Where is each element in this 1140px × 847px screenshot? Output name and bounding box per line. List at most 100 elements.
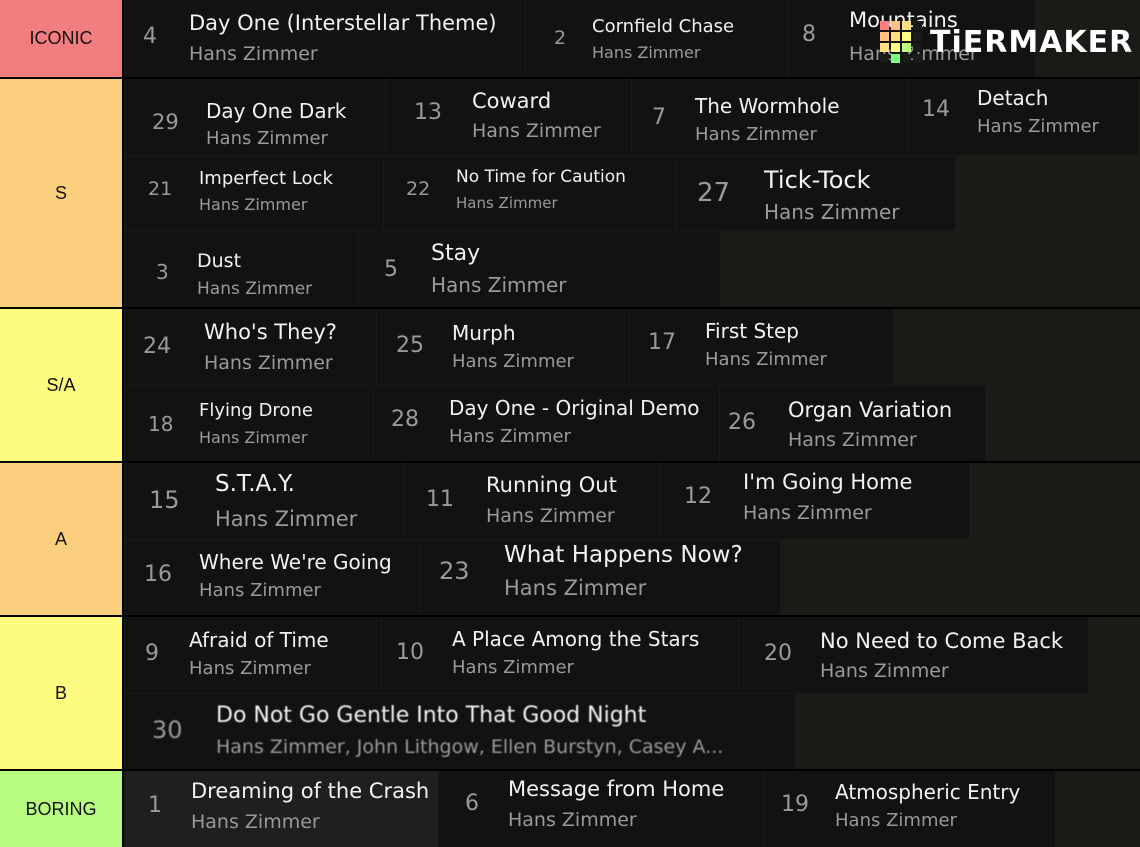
- song-title: Stay: [431, 241, 481, 266]
- song-title: Organ Variation: [788, 398, 953, 422]
- song-artist: Hans Zimmer: [820, 660, 949, 682]
- song-artist: Hans Zimmer: [189, 43, 318, 65]
- song-card[interactable]: 3 Dust Hans Zimmer: [125, 231, 358, 307]
- song-title: Dreaming of the Crash: [191, 779, 430, 803]
- song-title: A Place Among the Stars: [452, 627, 700, 651]
- song-card[interactable]: 5 Stay Hans Zimmer: [359, 231, 720, 307]
- song-card[interactable]: 15 S.T.A.Y. Hans Zimmer: [125, 463, 404, 539]
- song-artist: Hans Zimmer: [504, 576, 647, 600]
- song-artist: Hans Zimmer: [215, 507, 358, 531]
- song-artist: Hans Zimmer: [977, 116, 1099, 137]
- song-rank: 1: [148, 793, 162, 818]
- song-card[interactable]: 14 Detach Hans Zimmer: [908, 79, 1138, 155]
- song-card[interactable]: 22 No Time for Caution Hans Zimmer: [384, 156, 676, 230]
- song-card[interactable]: 20 No Need to Come Back Hans Zimmer: [739, 617, 1088, 693]
- song-artist: Hans Zimmer: [456, 194, 558, 212]
- tier-label-s[interactable]: S: [0, 79, 124, 307]
- song-card[interactable]: 30 Do Not Go Gentle Into That Good Night…: [125, 694, 795, 769]
- song-card[interactable]: 13 Coward Hans Zimmer: [386, 79, 631, 155]
- song-rank: 19: [781, 792, 809, 817]
- tier-label-boring[interactable]: BORING: [0, 771, 124, 847]
- song-card[interactable]: 26 Organ Variation Hans Zimmer: [720, 386, 985, 461]
- song-rank: 22: [406, 178, 431, 200]
- song-title: Detach: [977, 86, 1049, 110]
- song-card[interactable]: 18 Flying Drone Hans Zimmer: [125, 386, 373, 461]
- tier-row-b[interactable]: 9 Afraid of Time Hans Zimmer 10 A Place …: [124, 617, 1140, 769]
- song-artist: Hans Zimmer: [695, 124, 817, 145]
- song-card[interactable]: 4 Day One (Interstellar Theme) Hans Zimm…: [125, 0, 525, 77]
- song-rank: 30: [152, 716, 183, 744]
- song-artist: Hans Zimmer: [199, 428, 308, 447]
- song-card[interactable]: 11 Running Out Hans Zimmer: [405, 463, 660, 539]
- tier-label-sa[interactable]: S/A: [0, 309, 124, 461]
- song-rank: 9: [145, 641, 159, 666]
- song-title: Afraid of Time: [189, 628, 329, 652]
- song-artist: Hans Zimmer: [191, 811, 320, 833]
- song-card[interactable]: 29 Day One Dark Hans Zimmer: [125, 79, 385, 155]
- tier-a: A 15 S.T.A.Y. Hans Zimmer 11 Running Out…: [0, 463, 1140, 615]
- song-title: Flying Drone: [199, 400, 313, 421]
- tier-row-boring[interactable]: 1 Dreaming of the Crash Hans Zimmer 6 Me…: [124, 771, 1140, 847]
- song-title: Day One - Original Demo: [449, 396, 700, 420]
- song-card[interactable]: 19 Atmospheric Entry Hans Zimmer: [765, 771, 1055, 847]
- song-card[interactable]: 7 The Wormhole Hans Zimmer: [632, 79, 907, 155]
- song-card[interactable]: 21 Imperfect Lock Hans Zimmer: [125, 156, 383, 230]
- song-card[interactable]: 17 First Step Hans Zimmer: [630, 309, 893, 385]
- tier-label-a[interactable]: A: [0, 463, 124, 615]
- tier-label-b[interactable]: B: [0, 617, 124, 769]
- song-title: Message from Home: [508, 777, 725, 801]
- song-title: S.T.A.Y.: [215, 471, 295, 497]
- tier-row-a[interactable]: 15 S.T.A.Y. Hans Zimmer 11 Running Out H…: [124, 463, 1140, 615]
- song-title: Where We're Going: [199, 550, 392, 574]
- song-rank: 6: [465, 791, 479, 816]
- song-rank: 5: [384, 257, 398, 282]
- song-rank: 13: [414, 100, 442, 125]
- tier-s: S 29 Day One Dark Hans Zimmer 13 Coward …: [0, 79, 1140, 307]
- song-card[interactable]: 9 Afraid of Time Hans Zimmer: [125, 617, 381, 693]
- song-title: Atmospheric Entry: [835, 780, 1021, 804]
- song-rank: 7: [652, 105, 666, 130]
- tier-row-s[interactable]: 29 Day One Dark Hans Zimmer 13 Coward Ha…: [124, 79, 1140, 307]
- song-card[interactable]: 23 What Happens Now? Hans Zimmer: [420, 540, 780, 615]
- song-artist: Hans Zimmer: [835, 810, 957, 831]
- song-card[interactable]: 6 Message from Home Hans Zimmer: [439, 771, 764, 847]
- song-artist: Hans Zimmer: [472, 120, 601, 142]
- song-card[interactable]: 24 Who's They? Hans Zimmer: [125, 309, 376, 385]
- song-title: Dust: [197, 250, 242, 272]
- song-artist: Hans Zimmer: [486, 505, 615, 527]
- song-rank: 15: [149, 486, 180, 514]
- song-rank: 11: [426, 487, 454, 512]
- song-title: Cornfield Chase: [592, 16, 735, 37]
- song-artist: Hans Zimmer: [452, 657, 574, 678]
- song-title: What Happens Now?: [504, 542, 743, 568]
- tier-row-sa[interactable]: 24 Who's They? Hans Zimmer 25 Murph Hans…: [124, 309, 1140, 461]
- song-rank: 2: [554, 27, 567, 49]
- song-card[interactable]: 28 Day One - Original Demo Hans Zimmer: [374, 386, 719, 461]
- song-artist: Hans Zimmer: [189, 658, 311, 679]
- song-title: First Step: [705, 319, 799, 343]
- song-title: The Wormhole: [695, 94, 840, 118]
- song-rank: 8: [802, 22, 816, 47]
- song-card[interactable]: 1 Dreaming of the Crash Hans Zimmer: [125, 771, 438, 847]
- song-card[interactable]: 25 Murph Hans Zimmer: [377, 309, 629, 385]
- tiermaker-wordmark: TiERMAKER: [930, 24, 1134, 60]
- song-rank: 26: [728, 410, 756, 435]
- song-artist: Hans Zimmer: [431, 273, 567, 297]
- song-rank: 21: [148, 178, 173, 200]
- song-card[interactable]: 12 I'm Going Home Hans Zimmer: [661, 463, 969, 539]
- song-title: I'm Going Home: [743, 470, 913, 494]
- song-title: Day One Dark: [206, 99, 347, 123]
- song-rank: 25: [396, 333, 424, 358]
- song-artist: Hans Zimmer: [206, 128, 328, 149]
- song-rank: 18: [148, 412, 174, 436]
- song-card[interactable]: 10 A Place Among the Stars Hans Zimmer: [382, 617, 738, 693]
- song-card[interactable]: 2 Cornfield Chase Hans Zimmer: [526, 0, 788, 77]
- song-card[interactable]: 16 Where We're Going Hans Zimmer: [125, 540, 419, 615]
- song-card[interactable]: 27 Tick-Tock Hans Zimmer: [677, 156, 955, 230]
- song-title: No Time for Caution: [456, 167, 626, 187]
- song-artist: Hans Zimmer: [199, 580, 321, 601]
- song-rank: 10: [396, 640, 424, 665]
- song-rank: 20: [764, 641, 792, 666]
- tier-label-iconic[interactable]: ICONIC: [0, 0, 124, 77]
- song-title: Who's They?: [204, 320, 337, 344]
